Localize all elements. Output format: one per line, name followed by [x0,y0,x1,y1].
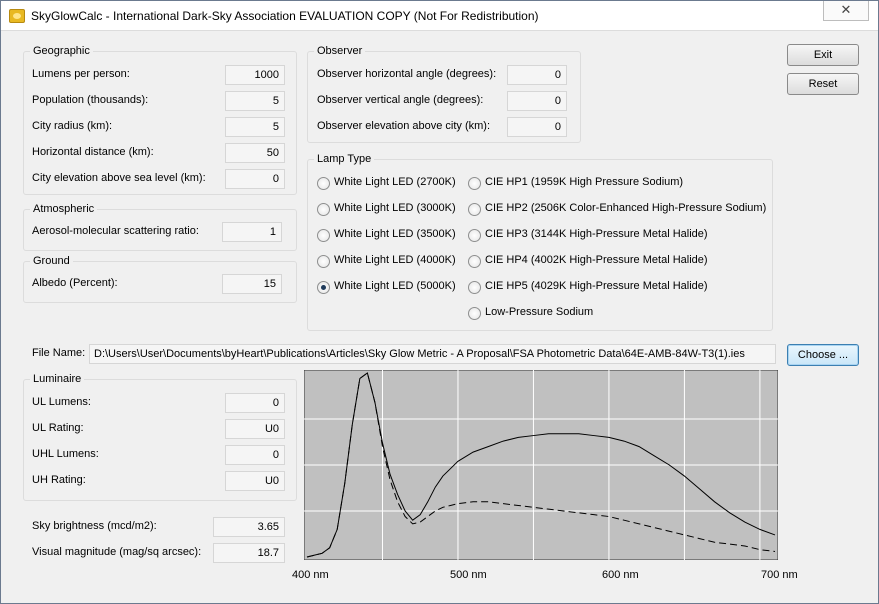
scattering-ratio-label: Aerosol-molecular scattering ratio: [32,225,199,237]
lamp-option-label[interactable]: CIE HP1 (1959K High Pressure Sodium) [485,176,683,188]
city-radius-field[interactable]: 5 [225,117,285,137]
spectrum-chart [304,370,778,560]
lamp-radio-right-2[interactable] [468,229,481,242]
uh-rating-field[interactable]: U0 [225,471,285,491]
group-title-geographic: Geographic [30,45,93,57]
population-field[interactable]: 5 [225,91,285,111]
observer-vertical-angle-field[interactable]: 0 [507,91,567,111]
horizontal-distance-label: Horizontal distance (km): [32,146,154,158]
observer-elevation-label: Observer elevation above city (km): [317,120,491,132]
observer-vertical-angle-label: Observer vertical angle (degrees): [317,94,484,106]
lamp-option-label[interactable]: CIE HP4 (4002K High-Pressure Metal Halid… [485,254,708,266]
lumens-per-person-field[interactable]: 1000 [225,65,285,85]
close-button[interactable]: ✕ [823,1,869,21]
lamp-option-label[interactable]: CIE HP3 (3144K High-Pressure Metal Halid… [485,228,708,240]
lamp-option-label[interactable]: White Light LED (5000K) [334,280,456,292]
lamp-option-label[interactable]: Low-Pressure Sodium [485,306,593,318]
x-tick-label: 400 nm [292,569,329,581]
app-window: SkyGlowCalc - International Dark-Sky Ass… [0,0,879,604]
visual-magnitude-label: Visual magnitude (mag/sq arcsec): [32,546,202,558]
albedo-field[interactable]: 15 [222,274,282,294]
ul-lumens-label: UL Lumens: [32,396,91,408]
file-name-label: File Name: [32,347,86,359]
ul-lumens-field[interactable]: 0 [225,393,285,413]
city-elevation-label: City elevation above sea level (km): [32,172,206,184]
scattering-ratio-field[interactable]: 1 [222,222,282,242]
lamp-radio-right-1[interactable] [468,203,481,216]
lamp-radio-left-1[interactable] [317,203,330,216]
window-title: SkyGlowCalc - International Dark-Sky Ass… [31,9,539,23]
lamp-option-label[interactable]: White Light LED (2700K) [334,176,456,188]
lamp-radio-left-2[interactable] [317,229,330,242]
city-radius-label: City radius (km): [32,120,113,132]
lamp-radio-right-4[interactable] [468,281,481,294]
lamp-option-label[interactable]: White Light LED (3500K) [334,228,456,240]
ul-rating-label: UL Rating: [32,422,84,434]
sky-brightness-field: 3.65 [213,517,285,537]
sky-brightness-label: Sky brightness (mcd/m2): [32,520,157,532]
albedo-label: Albedo (Percent): [32,277,118,289]
uh-rating-label: UH Rating: [32,474,86,486]
lamp-radio-right-5[interactable] [468,307,481,320]
lamp-radio-left-4[interactable] [317,281,330,294]
lamp-radio-right-3[interactable] [468,255,481,268]
observer-elevation-field[interactable]: 0 [507,117,567,137]
population-label: Population (thousands): [32,94,149,106]
exit-button[interactable]: Exit [787,44,859,66]
city-elevation-field[interactable]: 0 [225,169,285,189]
group-title-lamp-type: Lamp Type [314,153,375,165]
lamp-option-label[interactable]: CIE HP2 (2506K Color-Enhanced High-Press… [485,202,766,214]
observer-horizontal-angle-field[interactable]: 0 [507,65,567,85]
choose-file-button[interactable]: Choose ... [787,344,859,366]
lamp-option-label[interactable]: White Light LED (3000K) [334,202,456,214]
lamp-radio-left-3[interactable] [317,255,330,268]
visual-magnitude-field: 18.7 [213,543,285,563]
x-tick-label: 700 nm [761,569,798,581]
uhl-lumens-label: UHL Lumens: [32,448,99,460]
lamp-radio-left-0[interactable] [317,177,330,190]
group-title-luminaire: Luminaire [30,373,85,385]
lamp-option-label[interactable]: White Light LED (4000K) [334,254,456,266]
file-name-field[interactable]: D:\Users\User\Documents\byHeart\Publicat… [89,344,776,364]
observer-horizontal-angle-label: Observer horizontal angle (degrees): [317,68,497,80]
x-tick-label: 500 nm [450,569,487,581]
lamp-radio-right-0[interactable] [468,177,481,190]
group-title-observer: Observer [314,45,366,57]
group-title-ground: Ground [30,255,73,267]
title-bar: SkyGlowCalc - International Dark-Sky Ass… [1,1,878,31]
ul-rating-field[interactable]: U0 [225,419,285,439]
reset-button[interactable]: Reset [787,73,859,95]
lumens-per-person-label: Lumens per person: [32,68,130,80]
uhl-lumens-field[interactable]: 0 [225,445,285,465]
group-title-atmospheric: Atmospheric [30,203,98,215]
x-tick-label: 600 nm [602,569,639,581]
app-icon [9,9,25,23]
horizontal-distance-field[interactable]: 50 [225,143,285,163]
lamp-option-label[interactable]: CIE HP5 (4029K High-Pressure Metal Halid… [485,280,708,292]
